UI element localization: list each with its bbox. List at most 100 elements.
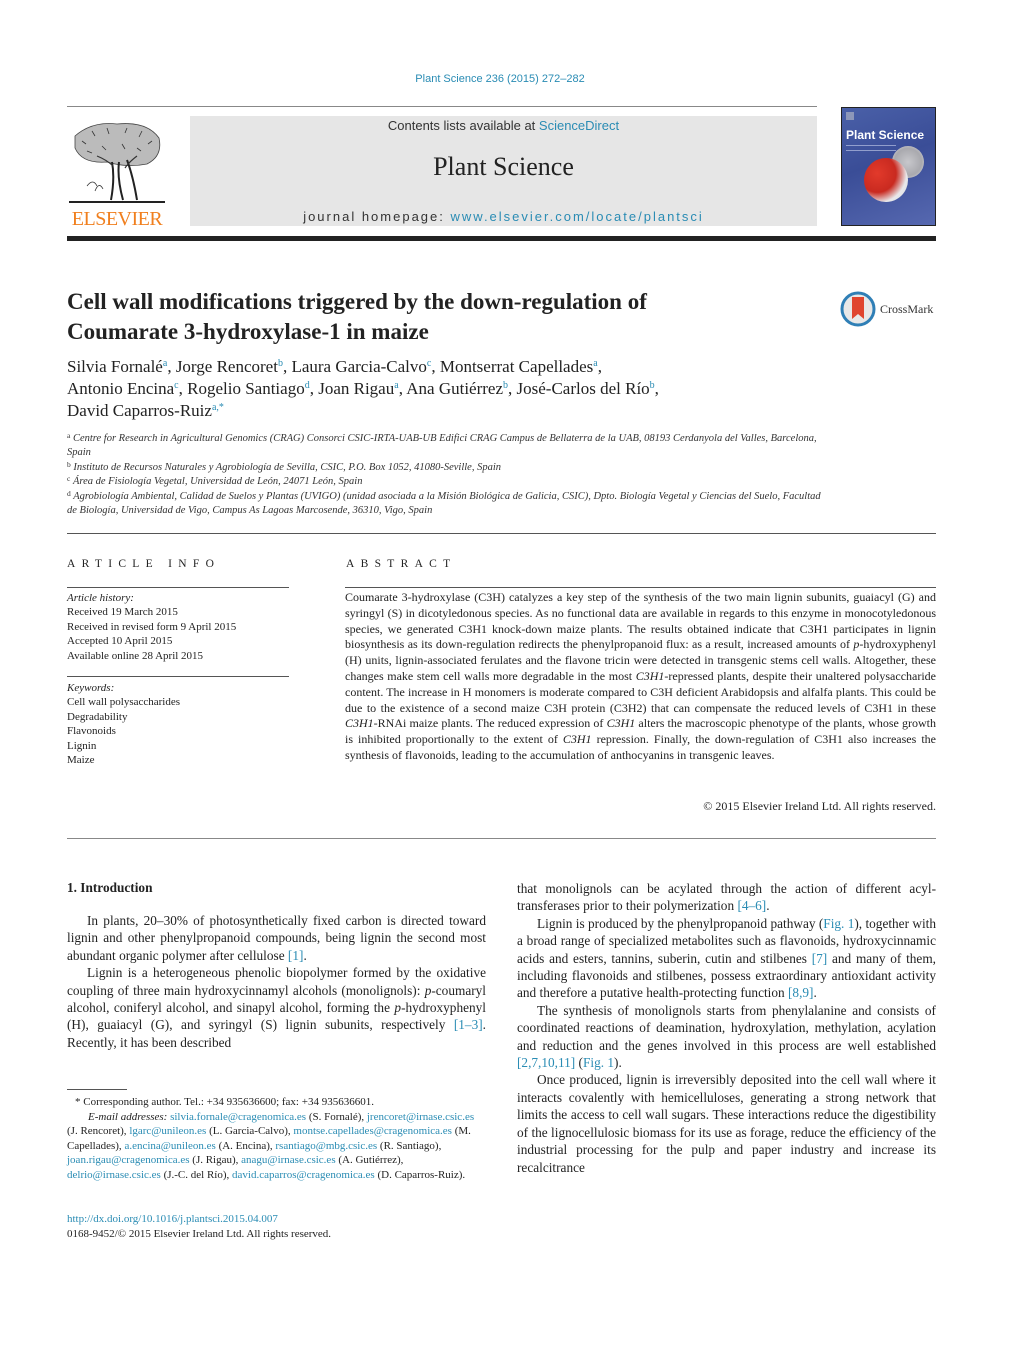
keyword: Lignin — [67, 739, 97, 752]
email-owner: (R. Santiago), — [377, 1139, 442, 1152]
affiliation-marker[interactable]: c — [174, 380, 178, 391]
journal-masthead: Contents lists available at ScienceDirec… — [190, 116, 817, 226]
issn-line: 0168-9452/© 2015 Elsevier Ireland Ltd. A… — [67, 1227, 332, 1240]
author[interactable]: Antonio Encinac — [67, 379, 179, 398]
history-item: Received 19 March 2015 — [67, 606, 178, 619]
homepage-line: journal homepage: www.elsevier.com/locat… — [190, 209, 817, 224]
keyword: Flavonoids — [67, 725, 116, 738]
reference-link[interactable]: [1–3] — [454, 1017, 483, 1032]
affiliation-marker[interactable]: c — [427, 358, 431, 369]
email-link[interactable]: rsantiago@mbg.csic.es — [275, 1140, 377, 1152]
affiliation-marker[interactable]: a,* — [212, 402, 224, 413]
intro-right-column: that monolignols can be acylated through… — [517, 880, 936, 1176]
reference-link[interactable]: Fig. 1 — [583, 1055, 614, 1070]
cover-publisher-badge — [846, 112, 854, 120]
paragraph: Lignin is a heterogeneous phenolic biopo… — [67, 964, 486, 1051]
affiliation: c Área de Fisiología Vegetal, Universida… — [67, 474, 363, 488]
author[interactable]: José-Carlos del Ríob — [517, 379, 655, 398]
italic-term: C3H1 — [635, 668, 665, 683]
journal-homepage-link[interactable]: www.elsevier.com/locate/plantsci — [451, 209, 704, 224]
keyword: Maize — [67, 754, 95, 767]
crossmark-label: CrossMark — [880, 302, 934, 316]
email-owner: (J.-C. del Río), — [160, 1168, 233, 1181]
affiliation: d Agrobiología Ambiental, Calidad de Sue… — [67, 488, 821, 517]
keywords-rule — [67, 676, 289, 677]
crossmark-badge[interactable]: CrossMark — [840, 291, 940, 329]
reference-link[interactable]: Fig. 1 — [823, 916, 854, 931]
reference-link[interactable]: [7] — [812, 951, 828, 966]
abstract-text: Coumarate 3-hydroxylase (C3H) catalyzes … — [345, 590, 936, 764]
email-link[interactable]: joan.rigau@cragenomica.es — [67, 1154, 190, 1166]
text-run: Lignin is produced by the phenylpropanoi… — [537, 915, 824, 931]
article-title-line-1: Cell wall modifications triggered by the… — [67, 289, 647, 314]
email-link[interactable]: lgarc@unileon.es — [129, 1125, 206, 1137]
crossmark-icon — [840, 291, 876, 327]
text-run: In plants, 20–30% of photosynthetically … — [67, 913, 486, 963]
affiliation-marker[interactable]: b — [650, 380, 655, 391]
paragraph: The synthesis of monolignols starts from… — [517, 1002, 936, 1072]
abstract-copyright: © 2015 Elsevier Ireland Ltd. All rights … — [703, 799, 936, 813]
text-run: . — [766, 898, 770, 914]
reference-link[interactable]: [1] — [288, 948, 304, 963]
author[interactable]: Jorge Rencoretb — [176, 357, 283, 376]
doi-link[interactable]: http://dx.doi.org/10.1016/j.plantsci.201… — [67, 1213, 278, 1225]
header-rule — [67, 106, 817, 107]
affiliation-marker[interactable]: d — [305, 380, 310, 391]
homepage-prefix: journal homepage: — [303, 209, 451, 224]
email-link[interactable]: montse.capellades@cragenomica.es — [293, 1125, 452, 1137]
reference-link[interactable]: [8,9] — [788, 985, 813, 1000]
header-thick-rule — [67, 236, 936, 241]
text-run: that monolignols can be acylated through… — [517, 881, 936, 914]
elsevier-logo[interactable]: ELSEVIER — [67, 116, 167, 230]
text-run: ( — [575, 1055, 583, 1071]
author[interactable]: Laura Garcia-Calvoc — [291, 357, 431, 376]
author[interactable]: Rogelio Santiagod — [187, 379, 310, 398]
article-title: Cell wall modifications triggered by the… — [67, 287, 807, 347]
journal-citation-link[interactable]: Plant Science 236 (2015) 272–282 — [0, 73, 1000, 85]
footnote-rule — [67, 1089, 127, 1090]
cover-petri-dish-red — [864, 158, 908, 202]
author[interactable]: Joan Rigaua — [318, 379, 398, 398]
doi-block: http://dx.doi.org/10.1016/j.plantsci.201… — [67, 1212, 486, 1241]
affiliation-marker[interactable]: b — [503, 380, 508, 391]
email-link[interactable]: jrencoret@irnase.csic.es — [367, 1111, 474, 1123]
email-heading: E-mail addresses: — [88, 1110, 171, 1123]
author[interactable]: Silvia Fornaléa — [67, 357, 167, 376]
article-history: Article history: Received 19 March 2015 … — [67, 591, 289, 663]
contents-prefix: Contents lists available at — [387, 118, 539, 133]
email-link[interactable]: david.caparros@cragenomica.es — [232, 1169, 375, 1181]
author[interactable]: Montserrat Capelladesa — [440, 357, 598, 376]
history-item: Accepted 10 April 2015 — [67, 635, 173, 648]
italic-term: C3H1 — [606, 716, 636, 731]
affiliation-marker[interactable]: b — [278, 358, 283, 369]
email-link[interactable]: anagu@irnase.csic.es — [241, 1154, 335, 1166]
affiliation-marker[interactable]: a — [593, 358, 597, 369]
author[interactable]: Ana Gutiérrezb — [406, 379, 508, 398]
text-run: . — [303, 947, 307, 963]
text-run: -RNAi maize plants. The reduced expressi… — [373, 716, 607, 731]
affiliation: a Centre for Research in Agricultural Ge… — [67, 431, 817, 459]
keyword: Degradability — [67, 710, 128, 723]
author[interactable]: David Caparros-Ruiza,* — [67, 401, 224, 420]
email-link[interactable]: silvia.fornale@cragenomica.es — [170, 1111, 306, 1123]
email-link[interactable]: delrio@irnase.csic.es — [67, 1169, 161, 1181]
history-item: Available online 28 April 2015 — [67, 649, 204, 662]
sciencedirect-link[interactable]: ScienceDirect — [539, 118, 619, 133]
reference-link[interactable]: [4–6] — [737, 898, 766, 913]
keywords: Keywords: Cell wall polysaccharides Degr… — [67, 681, 289, 767]
affiliation-marker[interactable]: a — [394, 380, 398, 391]
affiliation-marker[interactable]: a — [163, 358, 167, 369]
email-list: E-mail addresses: silvia.fornale@crageno… — [67, 1110, 486, 1183]
journal-cover-image[interactable]: Plant Science — [841, 107, 936, 226]
text-run: Coumarate 3-hydroxylase (C3H) catalyzes … — [345, 590, 936, 652]
section-rule — [67, 533, 936, 534]
abstract-heading: ABSTRACT — [346, 558, 457, 570]
body-rule — [67, 838, 936, 839]
email-owner: (A. Encina), — [215, 1139, 276, 1152]
paragraph: In plants, 20–30% of photosynthetically … — [67, 912, 486, 964]
paragraph: that monolignols can be acylated through… — [517, 880, 936, 915]
reference-link[interactable]: [2,7,10,11] — [517, 1055, 575, 1070]
email-link[interactable]: a.encina@unileon.es — [124, 1140, 215, 1152]
intro-left-column: In plants, 20–30% of photosynthetically … — [67, 912, 486, 1051]
text-run: ). — [614, 1055, 622, 1071]
